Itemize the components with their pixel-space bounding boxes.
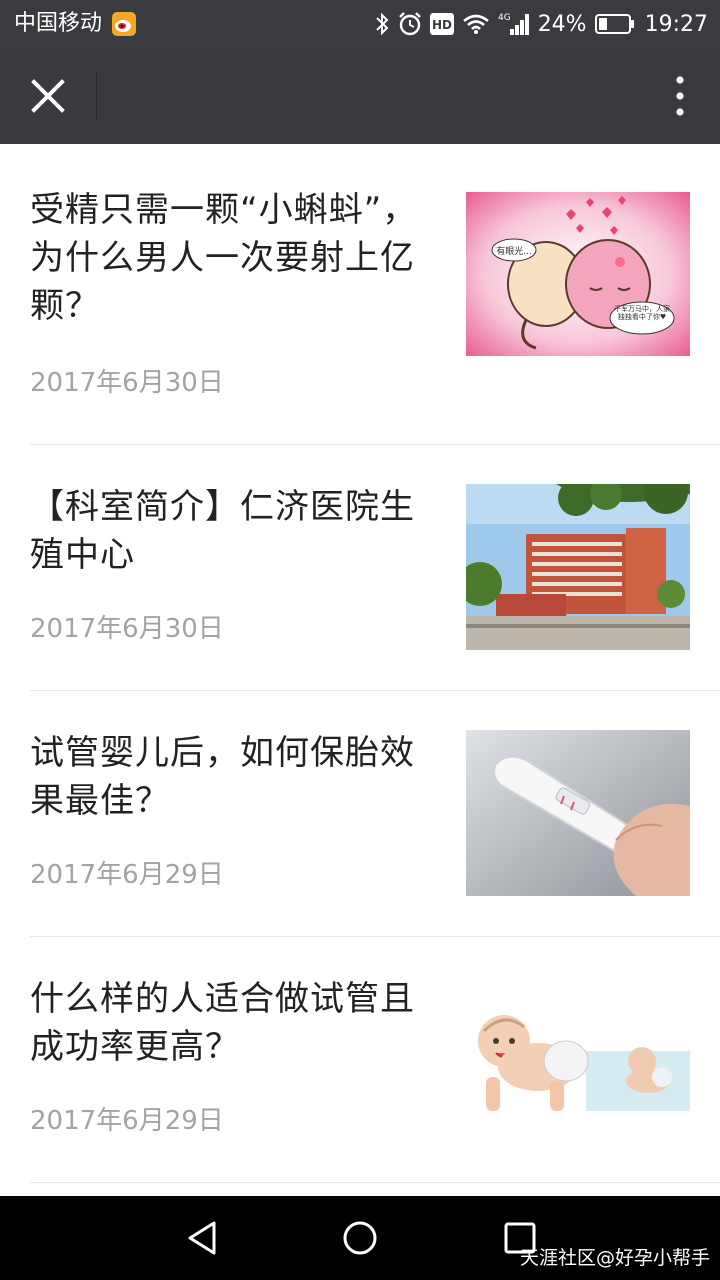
article-title: 什么样的人适合做试管且成功率更高？ [30,979,415,1067]
article-item[interactable]: 什么样的人适合做试管且成功率更高？ 2017年6月29日 [0,937,720,1183]
cartoon-illustration: 有眼光... 千军万马中，人家独独看中了你♥ [466,192,690,356]
watermark: 天涯社区@好孕小帮手 [519,1247,710,1269]
article-item[interactable]: 试管婴儿后，如何保胎效果最佳？ 2017年6月29日 [0,691,720,937]
status-icons: HD 4G 24% 19:27 [374,0,708,48]
carrier-label: 中国移动 [14,11,103,36]
article-date: 2017年6月29日 [30,1106,224,1136]
hd-icon: HD [429,13,454,35]
list-divider [30,1182,720,1183]
speech-bubble-left: 有眼光... [496,245,532,257]
article-title: 受精只需一颗“小蝌蚪”，为什么男人一次要射上亿颗？ [30,190,418,326]
article-title: 试管婴儿后，如何保胎效果最佳？ [30,733,415,821]
article-thumbnail [466,484,690,650]
title-divider [96,72,97,120]
baby-photo [466,981,690,1141]
hospital-photo [466,484,690,650]
svg-text:HD: HD [432,18,452,32]
signal-icon: 4G [498,13,529,35]
article-title: 【科室简介】仁济医院生殖中心 [30,487,415,575]
article-thumbnail [466,981,690,1141]
more-vertical-icon[interactable] [668,74,692,118]
wifi-icon [462,14,489,34]
pregnancy-test-photo [466,730,690,896]
back-icon[interactable] [186,1220,218,1256]
bluetooth-icon [375,12,389,36]
article-thumbnail [466,730,690,896]
article-thumbnail: 有眼光... 千军万马中，人家独独看中了你♥ [466,192,690,356]
speech-bubble-right: 千军万马中，人家独独看中了你♥ [614,305,670,321]
home-icon[interactable] [342,1220,378,1256]
status-bar: 中国移动 HD 4G 24% 19:27 [0,0,720,48]
close-icon[interactable] [24,72,72,120]
network-type-label: 4G [498,13,511,23]
battery-percent: 24% [537,11,587,37]
article-date: 2017年6月30日 [30,368,224,398]
article-list: 受精只需一颗“小蝌蚪”，为什么男人一次要射上亿颗？ 2017年6月30日 有眼光… [0,148,720,1183]
clock: 19:27 [644,11,708,37]
alarm-icon [398,12,421,36]
battery-icon [594,14,634,34]
weibo-icon [112,12,136,36]
title-bar [0,48,720,144]
navigation-bar: 天涯社区@好孕小帮手 [0,1196,720,1280]
article-item[interactable]: 受精只需一颗“小蝌蚪”，为什么男人一次要射上亿颗？ 2017年6月30日 有眼光… [0,148,720,445]
article-item[interactable]: 【科室简介】仁济医院生殖中心 2017年6月30日 [0,445,720,691]
article-date: 2017年6月30日 [30,614,224,644]
article-date: 2017年6月29日 [30,860,224,890]
